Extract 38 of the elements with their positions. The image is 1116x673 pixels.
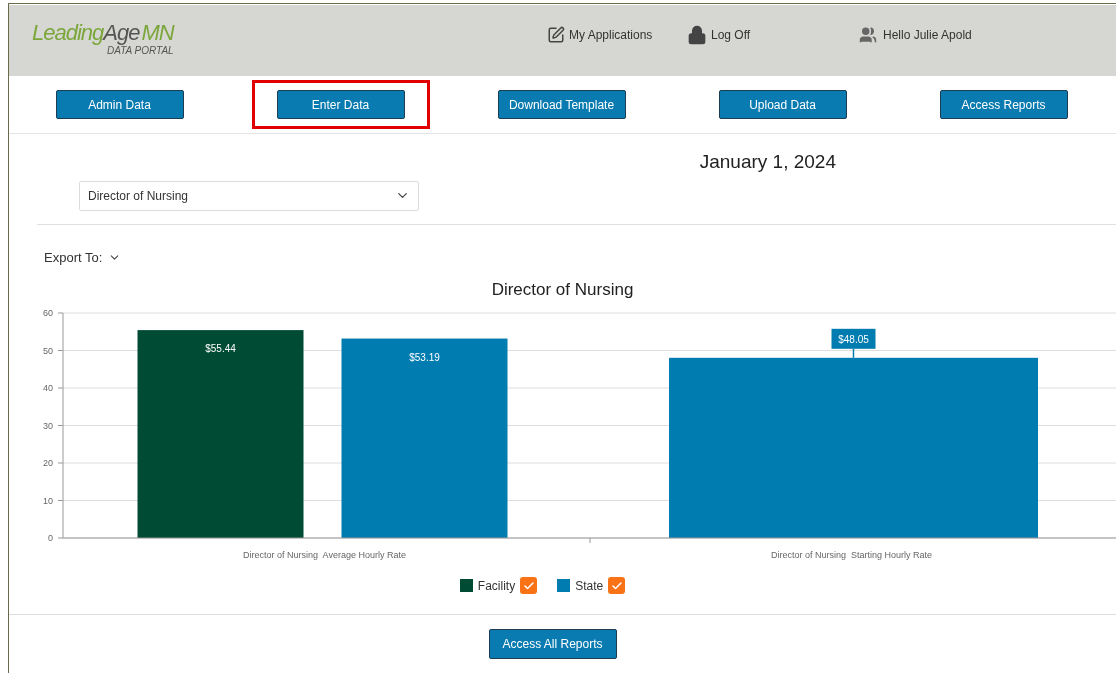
category-label: Director of Nursing Starting Hourly Rate	[770, 549, 933, 560]
nav-button[interactable]: Upload Data	[718, 90, 847, 119]
legend-checkbox[interactable]	[608, 577, 626, 594]
y-tick-label: 60	[43, 307, 53, 318]
y-tick-label: 30	[43, 420, 53, 430]
header-link[interactable]: Hello Julie Apold	[857, 26, 972, 44]
header-link[interactable]: Log Off	[687, 25, 857, 45]
chart-title: Director of Nursing	[490, 279, 635, 301]
value-callout: $48.05	[831, 328, 876, 359]
y-tick-label: 40	[43, 382, 53, 393]
legend-checkbox[interactable]	[520, 577, 538, 594]
users-icon	[857, 26, 879, 44]
legend-swatch	[557, 579, 571, 592]
report-date: January 1, 2024	[699, 150, 836, 174]
legend-label: Facility	[477, 577, 516, 595]
nav-button[interactable]: Access Reports	[939, 90, 1068, 119]
nav-button[interactable]: Download Template	[497, 90, 626, 119]
bar-value-label: $55.44	[205, 342, 236, 354]
check-icon	[610, 579, 623, 592]
category-label: Director of Nursing Average Hourly Rate	[243, 549, 406, 560]
logo-wordmark: LeadingAgeMN DATA PORTAL	[32, 22, 174, 56]
y-tick-label: 0	[48, 532, 53, 543]
header-link[interactable]: My Applications	[519, 26, 687, 44]
y-tick-label: 10	[43, 495, 53, 505]
nav-button[interactable]: Admin Data	[55, 90, 184, 119]
access-all-reports-button[interactable]: Access All Reports	[488, 628, 617, 659]
data-label: $48.05	[838, 333, 870, 345]
lock-icon	[687, 25, 707, 45]
legend-label: State	[575, 577, 604, 595]
export-dropdown[interactable]: Export To:	[44, 247, 122, 267]
bar-value-label: $53.19	[409, 351, 440, 363]
nav-button[interactable]: Enter Data	[276, 90, 405, 119]
y-tick-label: 20	[43, 457, 53, 468]
y-tick-label: 50	[43, 345, 53, 355]
check-icon	[522, 579, 535, 592]
edit-icon	[547, 26, 565, 44]
position-dropdown[interactable]: Director of Nursing	[79, 180, 419, 211]
legend-swatch	[459, 579, 473, 592]
